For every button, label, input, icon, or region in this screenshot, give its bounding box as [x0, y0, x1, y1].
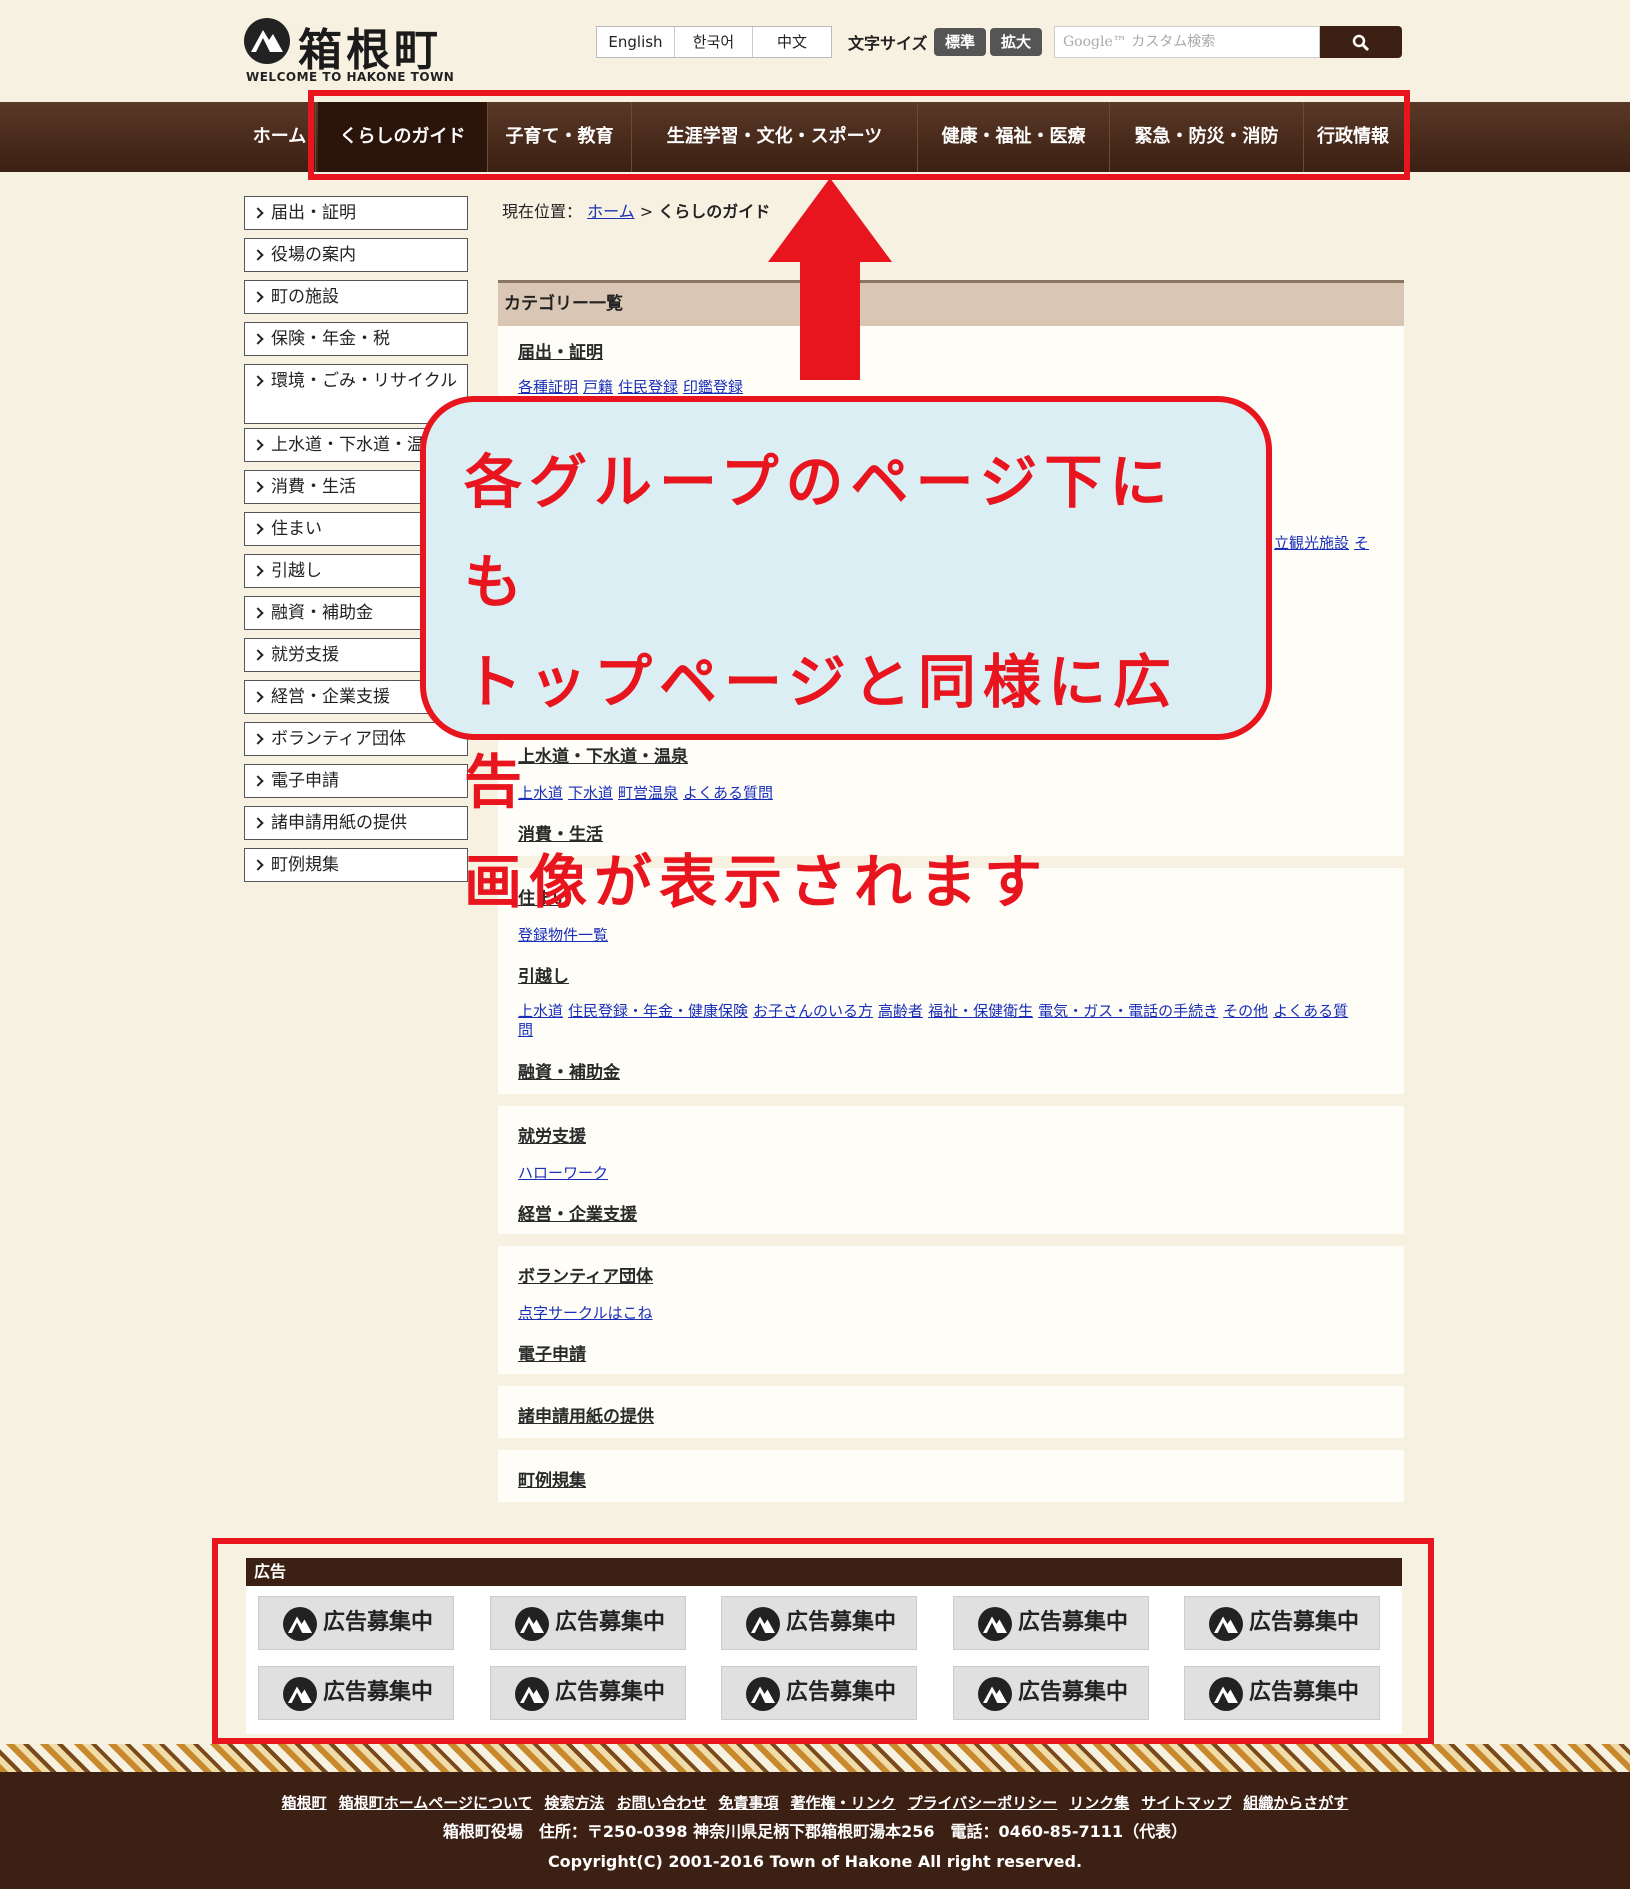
- category-title[interactable]: 届出・証明: [518, 338, 603, 363]
- font-size-normal-button[interactable]: 標準: [934, 28, 986, 56]
- footer-link[interactable]: 組織からさがす: [1243, 1794, 1348, 1812]
- sidebar-item-e-application[interactable]: 電子申請: [244, 764, 468, 798]
- footer-link[interactable]: 検索方法: [545, 1794, 605, 1812]
- search-button[interactable]: [1320, 26, 1402, 58]
- category-link[interactable]: よくある質: [1273, 1002, 1348, 1020]
- category-link[interactable]: その他: [1223, 1002, 1268, 1020]
- site-subtitle: WELCOME TO HAKONE TOWN: [246, 70, 455, 84]
- footer-link[interactable]: 著作権・リンク: [791, 1794, 896, 1812]
- category-links: ハローワーク: [518, 1164, 613, 1183]
- category-link[interactable]: 各種証明: [518, 378, 578, 396]
- footer-address: 箱根町役場 住所：〒250-0398 神奈川県足柄下郡箱根町湯本256 電話：0…: [442, 1822, 1188, 1841]
- breadcrumb-home-link[interactable]: ホーム: [587, 202, 635, 221]
- category-link[interactable]: ハローワーク: [518, 1164, 608, 1182]
- footer-link[interactable]: 免責事項: [719, 1794, 779, 1812]
- footer-link[interactable]: リンク集: [1069, 1794, 1129, 1812]
- sidebar-item-facilities[interactable]: 町の施設: [244, 280, 468, 314]
- category-link[interactable]: そ: [1354, 534, 1369, 552]
- category-link[interactable]: 福祉・保健衛生: [928, 1002, 1033, 1020]
- nav-highlight-box: [308, 90, 1410, 180]
- breadcrumb-separator: >: [639, 202, 654, 221]
- up-arrow-icon: [768, 178, 892, 380]
- footer-copyright: Copyright(C) 2001-2016 Town of Hakone Al…: [547, 1852, 1083, 1871]
- footer-link[interactable]: 箱根町ホームページについて: [339, 1794, 533, 1812]
- breadcrumb-prefix: 現在位置：: [502, 202, 583, 221]
- category-link[interactable]: 印鑑登録: [683, 378, 743, 396]
- category-title[interactable]: ボランティア団体: [518, 1262, 653, 1287]
- category-title[interactable]: 就労支援: [518, 1122, 586, 1147]
- category-link[interactable]: 上水道: [518, 1002, 563, 1020]
- language-switcher: English 한국어 中文: [596, 26, 832, 58]
- footer-link[interactable]: サイトマップ: [1141, 1794, 1231, 1812]
- breadcrumb-current: くらしのガイド: [658, 202, 771, 221]
- category-link[interactable]: 電気・ガス・電話の手続き: [1038, 1002, 1218, 1020]
- category-title[interactable]: 融資・補助金: [518, 1058, 620, 1083]
- annotation-line: 画像が表示されます: [464, 848, 1050, 916]
- category-links: 点字サークルはこね: [518, 1304, 658, 1323]
- sidebar-item-office-guide[interactable]: 役場の案内: [244, 238, 468, 272]
- category-block: [498, 1450, 1404, 1502]
- category-link[interactable]: 戸籍: [583, 378, 613, 396]
- font-size-label: 文字サイズ: [848, 34, 928, 53]
- annotation-line: 各グループのページ下にも: [464, 448, 1175, 616]
- search-input[interactable]: Google™ カスタム検索: [1054, 26, 1320, 58]
- sidebar-item-notification[interactable]: 届出・証明: [244, 196, 468, 230]
- site-title: 箱根町: [298, 25, 442, 76]
- annotation-line: トップページと同様に広告: [464, 648, 1178, 816]
- category-links-partial: 立観光施設そ: [1274, 534, 1374, 553]
- annotation-callout: 各グループのページ下にも トップページと同様に広告 画像が表示されます: [420, 396, 1272, 916]
- category-title[interactable]: 諸申請用紙の提供: [518, 1402, 654, 1427]
- sidebar-item-volunteer[interactable]: ボランティア団体: [244, 722, 468, 756]
- site-footer: 箱根町 箱根町ホームページについて 検索方法 お問い合わせ 免責事項 著作権・リンク プライ…: [0, 1772, 1630, 1889]
- footer-link[interactable]: 箱根町: [282, 1794, 327, 1812]
- breadcrumb: 現在位置： ホーム > くらしのガイド: [502, 198, 770, 222]
- category-link[interactable]: 問: [518, 1021, 533, 1039]
- sidebar-item-insurance-tax[interactable]: 保険・年金・税: [244, 322, 468, 356]
- footer-link[interactable]: プライバシーポリシー: [908, 1794, 1058, 1812]
- footer-pattern: [0, 1744, 1630, 1772]
- category-link[interactable]: 立観光施設: [1274, 534, 1349, 552]
- category-link[interactable]: 住民登録・年金・健康保険: [568, 1002, 748, 1020]
- logo-mountain-icon: [244, 18, 290, 64]
- font-size-large-button[interactable]: 拡大: [990, 28, 1042, 56]
- nav-home[interactable]: ホーム: [244, 102, 316, 172]
- search-icon: [1352, 34, 1370, 52]
- category-link[interactable]: 高齢者: [878, 1002, 923, 1020]
- category-title[interactable]: 町例規集: [518, 1466, 586, 1491]
- category-link[interactable]: 住民登録: [618, 378, 678, 396]
- category-links: 各種証明 戸籍 住民登録 印鑑登録: [518, 378, 748, 397]
- sidebar-item-forms[interactable]: 諸申請用紙の提供: [244, 806, 468, 840]
- lang-korean[interactable]: 한국어: [675, 27, 753, 57]
- category-link[interactable]: 点字サークルはこね: [518, 1304, 653, 1322]
- category-title[interactable]: 電子申請: [518, 1340, 586, 1365]
- category-list-header: カテゴリー一覧: [498, 280, 1404, 326]
- footer-link[interactable]: お問い合わせ: [617, 1794, 707, 1812]
- lang-chinese[interactable]: 中文: [753, 27, 831, 57]
- category-link[interactable]: お子さんのいる方: [753, 1002, 873, 1020]
- site-header: 箱根町 WELCOME TO HAKONE TOWN English 한국어 中…: [0, 0, 1630, 102]
- category-title[interactable]: 経営・企業支援: [518, 1200, 637, 1225]
- footer-links: 箱根町 箱根町ホームページについて 検索方法 お問い合わせ 免責事項 著作権・リンク プライ…: [0, 1792, 1630, 1813]
- category-title[interactable]: 引越し: [518, 962, 569, 987]
- lang-english[interactable]: English: [597, 27, 675, 57]
- sidebar-item-ordinances[interactable]: 町例規集: [244, 848, 468, 882]
- category-links: 上水道 住民登録・年金・健康保険 お子さんのいる方 高齢者 福祉・保健衛生 電気・ガス・電…: [518, 1002, 1353, 1040]
- ad-highlight-box: [212, 1538, 1434, 1744]
